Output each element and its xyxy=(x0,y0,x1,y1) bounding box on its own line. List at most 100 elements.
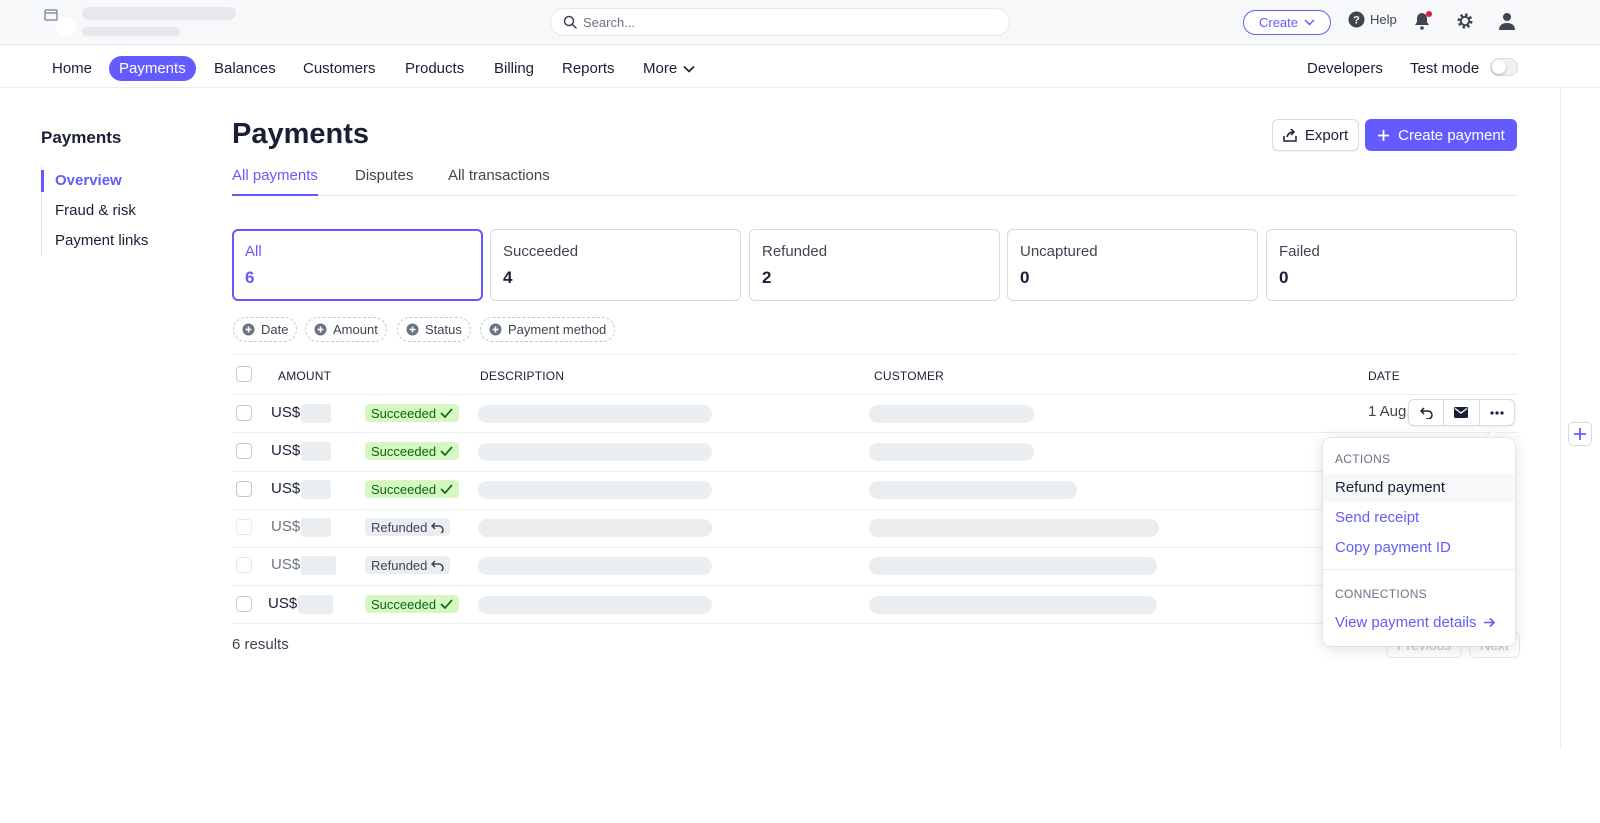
sidebar-item-fraud-risk[interactable]: Fraud & risk xyxy=(42,196,201,226)
export-button[interactable]: Export xyxy=(1272,119,1359,151)
column-header-date[interactable]: DATE xyxy=(1368,369,1400,383)
description-placeholder xyxy=(478,405,712,423)
row-action-buttons xyxy=(1408,399,1515,426)
check-icon xyxy=(440,484,453,494)
status-card-all[interactable]: All 6 xyxy=(232,229,483,301)
user-icon[interactable] xyxy=(1498,12,1516,30)
description-placeholder xyxy=(478,443,712,461)
test-mode-label: Test mode xyxy=(1410,60,1480,77)
nav-home[interactable]: Home xyxy=(42,56,102,81)
create-button[interactable]: Create xyxy=(1243,10,1331,35)
nav-more[interactable]: More xyxy=(633,56,705,81)
amount-currency: US$ xyxy=(271,442,301,459)
send-receipt-action-button[interactable] xyxy=(1444,400,1480,425)
plus-circle-icon xyxy=(242,323,255,336)
check-icon xyxy=(440,446,453,456)
menu-item-copy-payment-id[interactable]: Copy payment ID xyxy=(1323,534,1515,562)
check-icon xyxy=(440,599,453,609)
nav-balances[interactable]: Balances xyxy=(204,56,286,81)
column-header-description[interactable]: DESCRIPTION xyxy=(480,369,564,383)
actions-section-header: ACTIONS xyxy=(1335,452,1391,466)
create-payment-button[interactable]: Create payment xyxy=(1365,119,1517,151)
status-card-uncaptured[interactable]: Uncaptured 0 xyxy=(1007,229,1258,301)
status-label: Succeeded xyxy=(371,405,437,421)
amount-currency: US$ xyxy=(271,404,301,421)
description-placeholder xyxy=(478,519,712,537)
card-count: 4 xyxy=(503,268,513,287)
nav-developers[interactable]: Developers xyxy=(1297,56,1393,81)
tab-all-payments[interactable]: All payments xyxy=(232,167,318,196)
export-label: Export xyxy=(1304,126,1349,144)
card-label: Failed xyxy=(1279,243,1320,260)
column-header-customer[interactable]: CUSTOMER xyxy=(874,369,944,383)
column-header-amount[interactable]: AMOUNT xyxy=(278,369,331,383)
filter-label: Amount xyxy=(333,322,378,337)
right-divider xyxy=(1560,88,1561,748)
select-all-checkbox[interactable] xyxy=(236,366,252,382)
search-input[interactable] xyxy=(583,12,993,32)
customer-placeholder xyxy=(869,481,1077,499)
nav-billing[interactable]: Billing xyxy=(484,56,544,81)
plus-icon xyxy=(1378,129,1390,141)
card-label: All xyxy=(245,243,262,260)
more-actions-button[interactable] xyxy=(1480,400,1514,425)
row-checkbox[interactable] xyxy=(236,596,252,612)
status-card-succeeded[interactable]: Succeeded 4 xyxy=(490,229,741,301)
menu-item-refund-payment[interactable]: Refund payment xyxy=(1323,474,1515,502)
filter-label: Date xyxy=(261,322,289,337)
help-button[interactable]: ? Help xyxy=(1348,11,1397,28)
status-label: Refunded xyxy=(371,557,428,573)
row-checkbox[interactable] xyxy=(236,443,252,459)
status-card-refunded[interactable]: Refunded 2 xyxy=(749,229,1000,301)
amount-placeholder xyxy=(301,556,336,575)
svg-text:?: ? xyxy=(1353,15,1360,27)
tab-all-transactions[interactable]: All transactions xyxy=(448,167,550,196)
amount-placeholder xyxy=(301,404,331,423)
status-label: Succeeded xyxy=(371,443,437,459)
store-icon[interactable] xyxy=(44,8,58,22)
card-label: Uncaptured xyxy=(1020,243,1098,260)
card-count: 2 xyxy=(762,268,772,287)
customer-placeholder xyxy=(869,519,1159,537)
amount-placeholder xyxy=(301,480,331,499)
sidebar-item-overview[interactable]: Overview xyxy=(41,170,201,192)
nav-reports[interactable]: Reports xyxy=(552,56,625,81)
amount-currency: US$ xyxy=(271,480,301,497)
tab-disputes[interactable]: Disputes xyxy=(355,167,413,196)
nav-payments[interactable]: Payments xyxy=(109,56,196,81)
help-icon: ? xyxy=(1348,11,1365,28)
view-payment-details-label: View payment details xyxy=(1335,614,1477,631)
account-avatar[interactable] xyxy=(56,17,76,37)
customer-placeholder xyxy=(869,443,1034,461)
card-label: Refunded xyxy=(762,243,828,260)
arrow-right-icon xyxy=(1483,617,1495,628)
row-checkbox[interactable] xyxy=(236,519,252,535)
nav-customers[interactable]: Customers xyxy=(293,56,386,81)
menu-item-send-receipt[interactable]: Send receipt xyxy=(1323,504,1515,532)
filter-payment-method[interactable]: Payment method xyxy=(480,317,616,342)
refund-action-button[interactable] xyxy=(1409,400,1445,425)
filter-status[interactable]: Status xyxy=(397,317,471,342)
row-checkbox[interactable] xyxy=(236,405,252,421)
status-badge: Succeeded xyxy=(365,404,460,422)
menu-item-view-payment-details[interactable]: View payment details xyxy=(1323,609,1515,637)
page-title: Payments xyxy=(232,118,370,150)
status-label: Refunded xyxy=(371,519,428,535)
filter-date[interactable]: Date xyxy=(233,317,298,342)
add-panel-button[interactable] xyxy=(1568,422,1592,446)
filter-label: Status xyxy=(425,322,462,337)
notification-badge xyxy=(1426,11,1432,17)
row-checkbox[interactable] xyxy=(236,481,252,497)
gear-icon[interactable] xyxy=(1456,12,1474,30)
amount-placeholder xyxy=(301,518,331,537)
status-card-failed[interactable]: Failed 0 xyxy=(1266,229,1517,301)
menu-divider xyxy=(1323,569,1515,570)
nav-products[interactable]: Products xyxy=(395,56,474,81)
mail-icon xyxy=(1454,407,1469,418)
search-bar[interactable] xyxy=(550,8,1010,36)
row-checkbox[interactable] xyxy=(236,557,252,573)
test-mode-toggle[interactable] xyxy=(1490,58,1518,76)
payments-tabs: All payments Disputes All transactions xyxy=(232,165,1517,196)
sidebar-item-payment-links[interactable]: Payment links xyxy=(42,226,201,256)
filter-amount[interactable]: Amount xyxy=(305,317,387,342)
